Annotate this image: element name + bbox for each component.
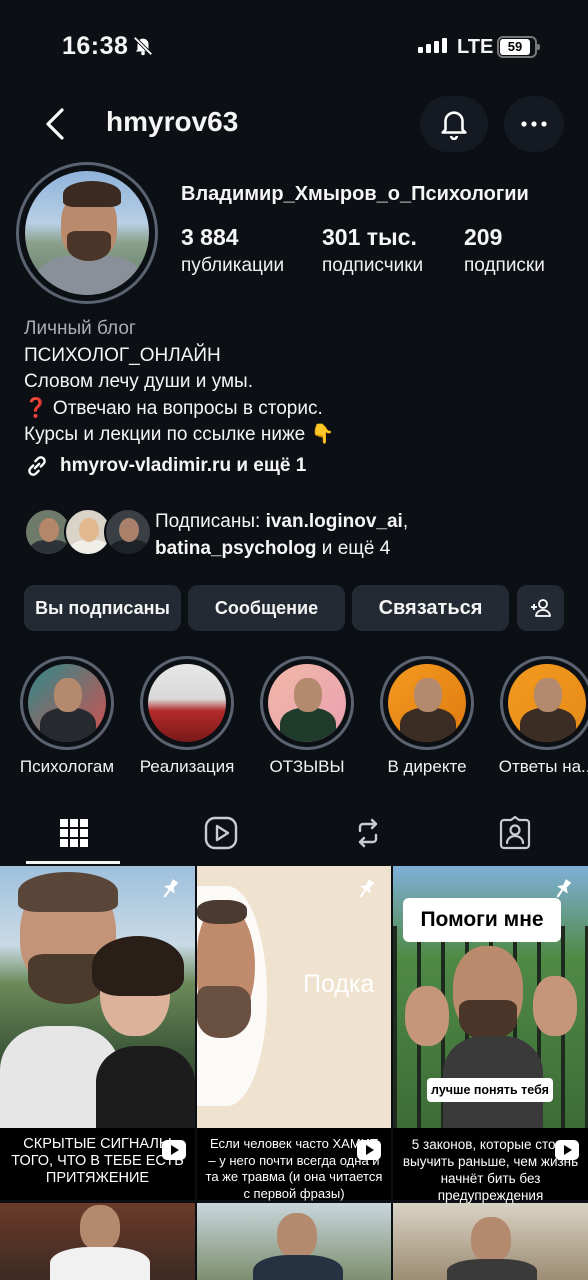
profile-display-name: Владимир_Хмыров_о_Психологии [181, 183, 529, 205]
tab-reposts[interactable] [294, 800, 441, 866]
post-overlay-text: Помоги мне [403, 898, 561, 942]
highlight-item[interactable]: Психологам [12, 656, 122, 777]
battery-level: 59 [500, 39, 530, 55]
post-thumbnail: Помоги мне лучше понять тебя [393, 866, 588, 1128]
highlight-cover [28, 664, 106, 742]
stat-following[interactable]: 209 подписки [464, 224, 545, 277]
tab-reels[interactable] [147, 800, 294, 866]
reel-play-icon [162, 1140, 186, 1160]
bio-line: ❓ Отвечаю на вопросы в сторис. [24, 397, 323, 419]
profile-link[interactable]: hmyrov-vladimir.ru и ещё 1 [24, 453, 306, 479]
back-arrow-icon[interactable] [40, 104, 72, 144]
profile-link-text: hmyrov-vladimir.ru и ещё 1 [60, 455, 307, 476]
post-caption: Если человек часто ХАМИТ – у него почти … [197, 1128, 391, 1201]
bell-icon [441, 111, 467, 141]
pin-icon [359, 879, 375, 898]
stat-following-label: подписки [464, 255, 545, 276]
stat-followers-label: подписчики [322, 255, 424, 276]
pin-icon [556, 879, 572, 898]
stat-posts-label: публикации [181, 255, 285, 276]
repost-icon [358, 818, 377, 848]
highlight-label: Реализация [139, 757, 235, 776]
more-options-button[interactable] [504, 96, 564, 152]
profile-username: hmyrov63 [106, 106, 239, 137]
grid-post[interactable]: СКРЫТЫЕ СИГНАЛЫ ТОГО, ЧТО В ТЕБЕ ЕСТЬ ПР… [0, 866, 195, 1280]
post-thumbnail [393, 1203, 588, 1280]
highlight-item[interactable]: ОТЗЫВЫ [252, 656, 362, 777]
highlight-label: В директе [387, 757, 467, 776]
link-icon [28, 456, 46, 476]
followed-by[interactable]: Подписаны: ivan.loginov_ai, batina_psych… [24, 506, 584, 562]
grid-icon [59, 819, 88, 847]
highlight-cover [388, 664, 466, 742]
grid-post[interactable]: Помоги мне лучше понять тебя 5 законов, … [393, 866, 588, 1280]
avatar [104, 508, 152, 556]
highlight-item[interactable]: Ответы на... [492, 656, 588, 777]
active-tab-indicator [26, 861, 120, 864]
notifications-button[interactable] [420, 96, 488, 152]
battery-icon: 59 [497, 36, 540, 58]
highlight-cover [508, 664, 586, 742]
reel-play-icon [555, 1140, 579, 1160]
content-tabs [0, 800, 588, 866]
bio-line: Курсы и лекции по ссылке ниже 👇 [24, 424, 335, 445]
reels-icon [204, 816, 237, 850]
post-thumbnail: Подка [197, 866, 391, 1128]
highlight-cover [268, 664, 346, 742]
pin-icon [163, 879, 179, 898]
highlight-label: ОТЗЫВЫ [269, 757, 345, 776]
followed-by-user[interactable]: batina_psycholog [155, 538, 317, 559]
post-overlay-text: Подка [303, 970, 375, 998]
profile-bio: Личный блог ПСИХОЛОГ_ОНЛАЙН Словом лечу … [24, 316, 564, 449]
tab-tagged[interactable] [441, 800, 588, 866]
post-caption: 5 законов, которые стоит выучить раньше,… [393, 1128, 588, 1203]
post-overlay-subtext: лучше понять тебя [427, 1078, 553, 1102]
profile-actions: Вы подписаны Сообщение Связаться [24, 585, 564, 631]
suggest-people-button[interactable] [517, 585, 564, 631]
stat-following-value: 209 [464, 224, 503, 250]
highlight-item[interactable]: Реализация [132, 656, 242, 777]
status-bar: 16:38 LTE 59 [0, 0, 588, 90]
followed-by-suffix: и ещё 4 [316, 538, 391, 559]
followed-by-separator: , [402, 511, 409, 532]
follower-avatars [24, 508, 152, 558]
status-time: 16:38 [62, 32, 129, 60]
add-person-icon [530, 599, 551, 617]
avatar-photo [25, 171, 149, 295]
post-thumbnail [197, 1203, 391, 1280]
stat-followers-value: 301 тыс. [322, 224, 417, 250]
tab-posts[interactable] [0, 800, 147, 866]
bio-line: ПСИХОЛОГ_ОНЛАЙН [24, 344, 221, 366]
ellipsis-icon [521, 121, 547, 127]
stat-posts-value: 3 884 [181, 224, 239, 250]
signal-icon [418, 38, 447, 53]
story-highlights: Психологам Реализация ОТЗЫВЫ В директе О… [0, 656, 588, 784]
contact-button[interactable]: Связаться [352, 585, 509, 631]
following-button[interactable]: Вы подписаны [24, 585, 181, 631]
network-type: LTE [457, 36, 494, 58]
tagged-person-icon [499, 816, 530, 850]
highlight-label: Психологам [19, 757, 115, 776]
bell-slash-icon [133, 36, 153, 56]
post-thumbnail [0, 1203, 195, 1280]
posts-grid: СКРЫТЫЕ СИГНАЛЫ ТОГО, ЧТО В ТЕБЕ ЕСТЬ ПР… [0, 866, 588, 1280]
post-thumbnail [0, 866, 195, 1136]
grid-post[interactable]: Подка Если человек часто ХАМИТ – у него … [197, 866, 391, 1280]
highlight-item[interactable]: В директе [372, 656, 482, 777]
post-caption: СКРЫТЫЕ СИГНАЛЫ ТОГО, ЧТО В ТЕБЕ ЕСТЬ ПР… [0, 1128, 195, 1200]
stat-followers[interactable]: 301 тыс. подписчики [322, 224, 423, 277]
followed-by-text: Подписаны: ivan.loginov_ai, batina_psych… [155, 508, 408, 562]
highlight-cover [148, 664, 226, 742]
stat-posts[interactable]: 3 884 публикации [181, 224, 284, 277]
followed-by-prefix: Подписаны: [155, 511, 266, 532]
reel-play-icon [357, 1140, 381, 1160]
profile-header: hmyrov63 [0, 92, 588, 156]
message-button[interactable]: Сообщение [188, 585, 345, 631]
highlight-label: Ответы на... [498, 757, 588, 776]
followed-by-user[interactable]: ivan.loginov_ai [266, 511, 403, 532]
bio-line: Словом лечу души и умы. [24, 371, 253, 392]
profile-category: Личный блог [24, 318, 136, 339]
profile-avatar[interactable] [16, 162, 158, 304]
